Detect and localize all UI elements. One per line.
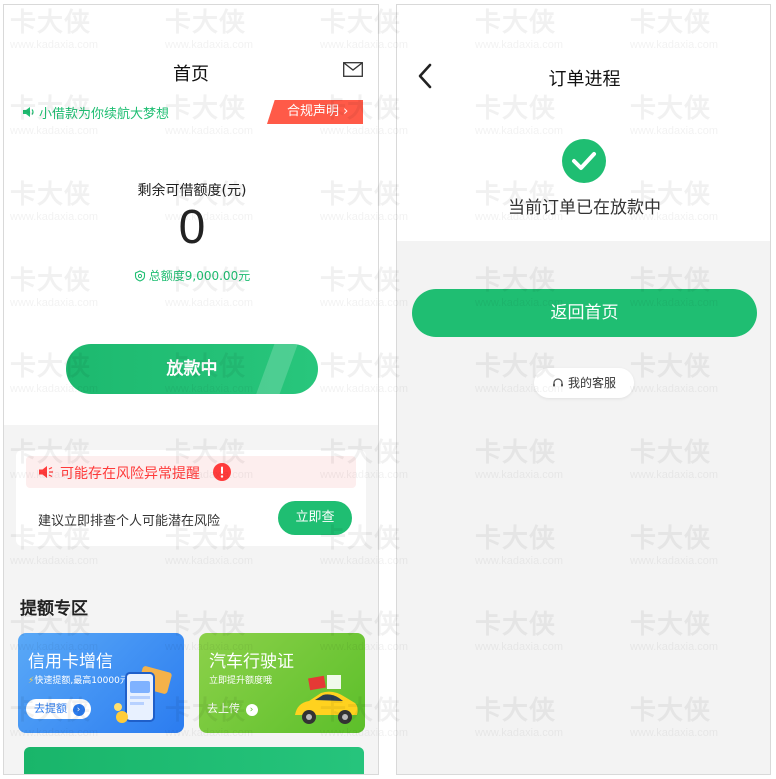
- chevron-right-icon: ›: [343, 104, 349, 119]
- arrow-circle-icon: ›: [245, 704, 258, 716]
- risk-alert: 可能存在风险异常提醒: [26, 456, 356, 488]
- remain-value: 0: [178, 201, 206, 254]
- arrow-circle-icon: ›: [72, 704, 85, 716]
- shield-icon: [134, 270, 145, 282]
- promo-subtitle: 立即提升额度哦: [209, 676, 273, 686]
- order-status-text: 当前订单已在放款中: [508, 198, 661, 218]
- remain-label: 剩余可借额度(元): [137, 183, 247, 199]
- promo-title: 汽车行驶证: [209, 652, 294, 672]
- promo-button[interactable]: 去上传 ›: [207, 700, 258, 718]
- section-title: 提额专区: [20, 599, 88, 619]
- promo-credit-card[interactable]: 信用卡增信 ⚡快速提额,最高10000元 去提额 ›: [18, 633, 184, 733]
- page-title: 首页: [173, 64, 209, 85]
- bottom-banner[interactable]: [24, 747, 364, 774]
- risk-card: 可能存在风险异常提醒 建议立即排查个人可能潜在风险 立即查: [16, 450, 366, 546]
- check-circle-icon: [562, 139, 606, 183]
- promo-vehicle-license[interactable]: 汽车行驶证 立即提升额度哦 去上传 ›: [199, 633, 365, 733]
- mail-icon[interactable]: [343, 62, 363, 77]
- home-screen: 首页 小借款为你续航大梦想 合规声明 › 剩余可借额度(元) 0 总额度9,00…: [3, 4, 379, 775]
- risk-description: 建议立即排查个人可能潜在风险: [38, 514, 221, 529]
- order-progress-screen: 订单进程 当前订单已在放款中 返回首页 我的客服: [396, 4, 771, 775]
- customer-service-button[interactable]: 我的客服: [534, 368, 634, 398]
- warning-icon: [213, 463, 231, 481]
- return-home-button[interactable]: 返回首页: [412, 289, 757, 337]
- car-illustration: [295, 675, 358, 724]
- risk-title: 可能存在风险异常提醒: [60, 466, 200, 482]
- total-label: 总额度9,000.00元: [148, 269, 251, 283]
- speaker-icon: [23, 107, 34, 117]
- page-title: 订单进程: [548, 69, 621, 90]
- check-now-button[interactable]: 立即查: [278, 501, 352, 535]
- alarm-speaker-icon: [39, 466, 53, 478]
- headset-icon: [552, 378, 563, 387]
- promo-button[interactable]: 去提额 ›: [26, 699, 91, 719]
- total-limit: 总额度9,000.00元: [4, 267, 378, 284]
- lending-status-button[interactable]: 放款中: [66, 344, 318, 394]
- compliance-label: 合规声明: [287, 104, 340, 119]
- phone-cards-illustration: [114, 666, 172, 723]
- compliance-button[interactable]: 合规声明 ›: [267, 100, 363, 124]
- promo-title: 信用卡增信: [28, 652, 113, 672]
- notice-text: 小借款为你续航大梦想: [39, 107, 170, 122]
